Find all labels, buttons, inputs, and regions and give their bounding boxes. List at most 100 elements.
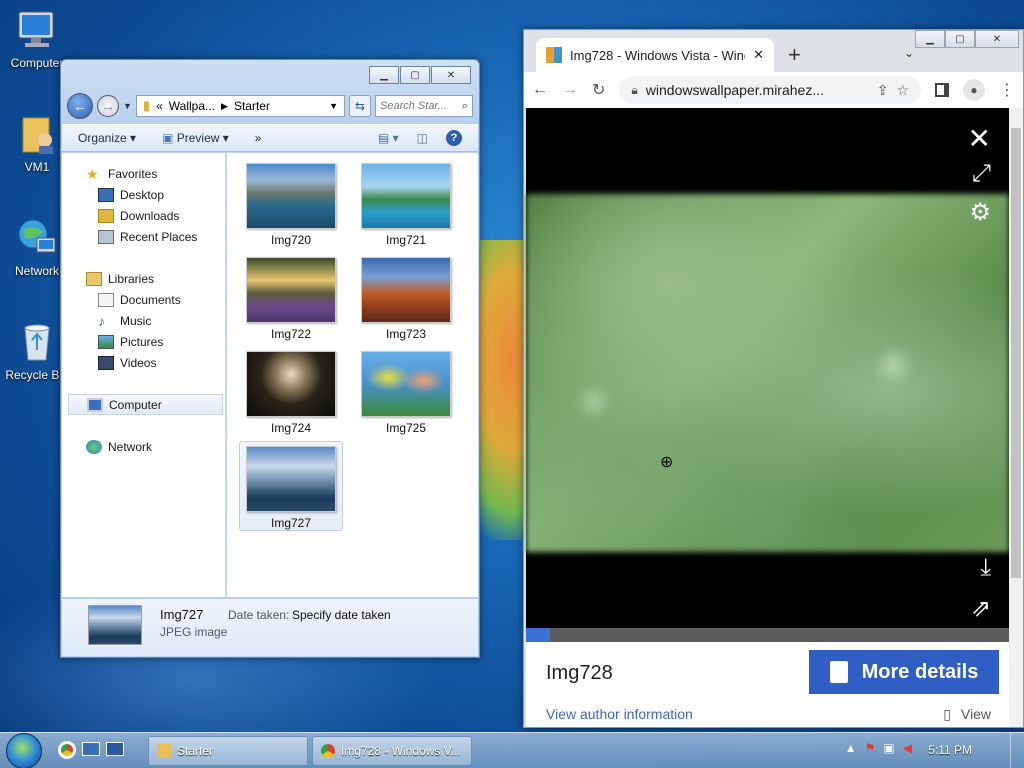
thumbnail-image xyxy=(361,257,451,323)
settings-gear-icon[interactable]: ⚙ xyxy=(969,198,991,227)
file-item[interactable]: Img722 xyxy=(239,253,343,341)
menu-kebab-icon[interactable]: ⋮ xyxy=(999,80,1015,100)
nav-recent-places[interactable]: Recent Places xyxy=(62,226,225,247)
help-icon[interactable]: ? xyxy=(446,130,462,146)
close-viewer-icon[interactable]: ✕ xyxy=(968,122,991,155)
minimize-button[interactable]: ▁ xyxy=(369,66,399,84)
close-button[interactable]: ✕ xyxy=(975,30,1019,48)
new-tab-button[interactable]: + xyxy=(788,42,801,68)
preview-pane-icon[interactable]: ◫ xyxy=(417,131,428,145)
taskbar-task-chrome[interactable]: Img728 - Windows V... xyxy=(312,736,472,766)
close-button[interactable]: ✕ xyxy=(431,66,471,84)
browser-scrollbar[interactable] xyxy=(1009,108,1023,727)
view-author-link[interactable]: View author information xyxy=(546,706,693,722)
file-item[interactable]: Img725 xyxy=(354,347,458,435)
taskbar-clock[interactable]: 5:11 PM xyxy=(928,743,972,757)
details-date-value[interactable]: Specify date taken xyxy=(292,608,391,622)
file-item[interactable]: Img723 xyxy=(354,253,458,341)
nav-documents[interactable]: Documents xyxy=(62,289,225,310)
browser-window-controls: ▁ ▢ ✕ xyxy=(915,30,1019,48)
share-out-icon[interactable]: ⇗ xyxy=(971,594,991,623)
open-in-new-icon[interactable]: ⤢ xyxy=(972,160,991,188)
nav-desktop[interactable]: Desktop xyxy=(62,184,225,205)
star-icon: ★ xyxy=(86,165,99,182)
zoom-cursor-icon: ⊕ xyxy=(660,454,674,471)
downloads-icon xyxy=(98,208,114,223)
navigation-pane: ★ Favorites Desktop Downloads Recent Plac… xyxy=(62,153,226,597)
search-icon: ⌕ xyxy=(461,99,468,112)
libraries-icon xyxy=(86,271,102,286)
more-details-button[interactable]: More details xyxy=(809,650,999,694)
viewer-progress-bar xyxy=(526,628,1009,642)
desktop-icon xyxy=(98,187,114,202)
nav-computer[interactable]: Computer xyxy=(68,394,223,415)
computer-icon xyxy=(87,397,103,412)
organize-button[interactable]: Organize ▾ xyxy=(78,131,136,145)
back-icon[interactable]: ← xyxy=(532,81,548,99)
address-dropdown-icon[interactable]: ▼ xyxy=(329,101,338,111)
taskbar: Starter Img728 - Windows V... ▲ ⚑ ▣ ◀ 5:… xyxy=(0,732,1024,768)
action-center-alert-icon[interactable]: ⚑ xyxy=(865,741,876,755)
view-options-icon[interactable]: ▤ ▾ xyxy=(378,131,399,145)
nav-network[interactable]: Network xyxy=(62,436,225,457)
download-icon[interactable]: ⤓ xyxy=(980,554,991,582)
start-button[interactable] xyxy=(6,733,42,768)
history-dropdown-icon[interactable]: ▼ xyxy=(123,101,132,111)
maximize-button[interactable]: ▢ xyxy=(400,66,430,84)
side-panel-icon[interactable] xyxy=(935,83,949,97)
maximize-button[interactable]: ▢ xyxy=(945,30,975,48)
thumbnail-image xyxy=(246,446,336,512)
show-hidden-icons[interactable]: ▲ xyxy=(845,741,857,755)
switch-windows-icon[interactable] xyxy=(106,742,124,756)
image-viewer[interactable]: ✕ ⤢ ⚙ ⊕ ⤓ ⇗ xyxy=(526,108,1009,642)
breadcrumb-overflow[interactable]: « xyxy=(156,99,163,113)
chrome-quicklaunch-icon[interactable] xyxy=(58,741,76,759)
browser-window[interactable]: ▁ ▢ ✕ Img728 - Windows Vista - Windo ✕ +… xyxy=(523,29,1024,728)
more-commands-button[interactable]: » xyxy=(255,131,262,145)
image-info-panel: Img728 More details View author informat… xyxy=(526,642,1009,727)
share-icon[interactable]: ⇪ xyxy=(877,82,889,99)
address-bar[interactable]: ▮ « Wallpa... ▶ Starter ▼ xyxy=(135,95,345,117)
forward-button[interactable]: → xyxy=(97,95,119,117)
nav-libraries[interactable]: Libraries xyxy=(62,268,225,289)
preview-button[interactable]: ▣ Preview ▾ xyxy=(162,131,229,145)
browser-tab-active[interactable]: Img728 - Windows Vista - Windo ✕ xyxy=(536,38,774,72)
nav-music[interactable]: ♪ Music xyxy=(62,310,225,331)
recent-places-icon xyxy=(98,229,114,244)
url-bar[interactable]: 🔒︎ windowswallpaper.mirahez... ⇪ ☆ xyxy=(619,76,921,104)
details-file-type: JPEG image xyxy=(160,625,228,639)
nav-downloads[interactable]: Downloads xyxy=(62,205,225,226)
details-file-name: Img727 xyxy=(160,607,204,622)
profile-avatar-icon[interactable]: ● xyxy=(963,79,985,101)
breadcrumb-starter[interactable]: Starter xyxy=(234,99,270,113)
tab-search-icon[interactable]: ⌄ xyxy=(904,46,914,60)
nav-favorites[interactable]: ★ Favorites xyxy=(62,163,225,184)
minimize-button[interactable]: ▁ xyxy=(915,30,945,48)
scrollbar-thumb[interactable] xyxy=(1011,128,1021,578)
search-input[interactable]: Search Star... ⌕ xyxy=(375,95,473,117)
file-item[interactable]: Img720 xyxy=(239,159,343,247)
show-desktop-button[interactable] xyxy=(1010,733,1024,768)
details-thumbnail xyxy=(88,605,142,645)
reload-icon[interactable]: ↻ xyxy=(592,80,605,100)
chrome-icon xyxy=(321,744,335,758)
view-button[interactable]: ▯ View xyxy=(943,706,991,723)
back-button[interactable]: ← xyxy=(67,93,93,119)
forward-icon[interactable]: → xyxy=(562,81,578,99)
progress-fill xyxy=(526,628,551,642)
desktop-quicklaunch-icon[interactable] xyxy=(82,742,100,756)
taskbar-task-explorer[interactable]: Starter xyxy=(148,736,308,766)
refresh-button[interactable]: ⇆ xyxy=(349,95,371,117)
file-item-selected[interactable]: Img727 xyxy=(239,441,343,531)
nav-pictures[interactable]: Pictures xyxy=(62,331,225,352)
network-alert-icon[interactable]: ▣ xyxy=(883,741,894,755)
file-item[interactable]: Img724 xyxy=(239,347,343,435)
bookmark-star-icon[interactable]: ☆ xyxy=(896,82,909,99)
file-item[interactable]: Img721 xyxy=(354,159,458,247)
tab-close-icon[interactable]: ✕ xyxy=(753,47,764,63)
volume-muted-icon[interactable]: ◀ xyxy=(903,741,912,755)
viewer-image xyxy=(526,194,1009,552)
breadcrumb-wallpapers[interactable]: Wallpa... xyxy=(169,99,215,113)
explorer-window[interactable]: ▁ ▢ ✕ ← → ▼ ▮ « Wallpa... ▶ Starter ▼ ⇆ … xyxy=(60,59,480,658)
nav-videos[interactable]: Videos xyxy=(62,352,225,373)
